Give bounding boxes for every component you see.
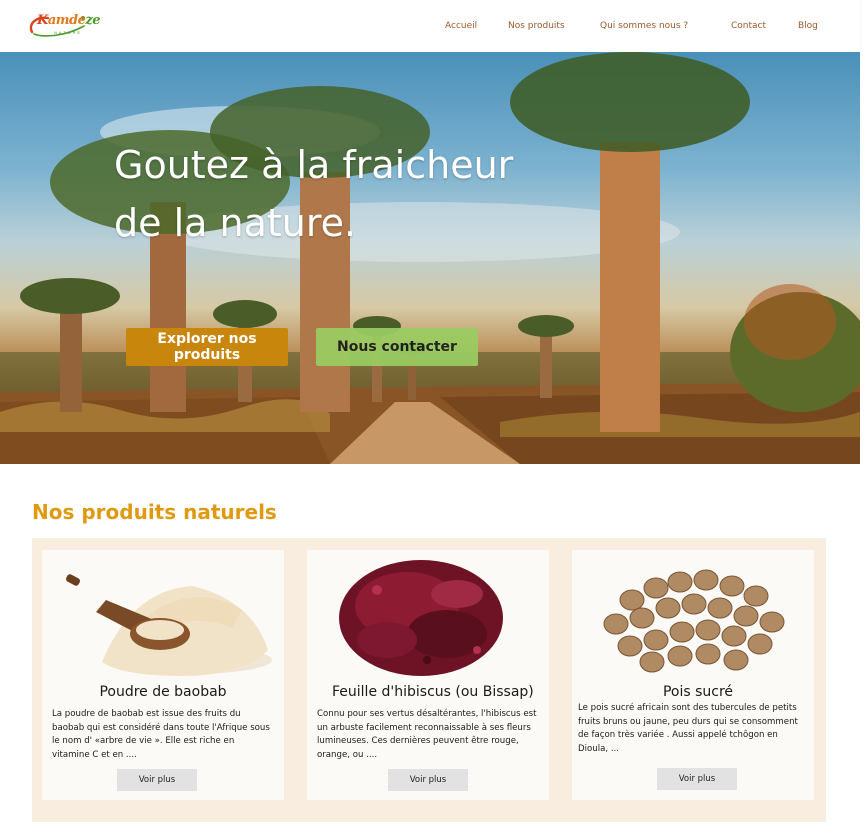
product-card-baobab: Poudre de baobab La poudre de baobab est… <box>42 550 284 800</box>
nav-link-nos-produits[interactable]: Nos produits <box>508 21 565 31</box>
hibiscus-leaves-image <box>339 560 503 676</box>
see-more-button[interactable]: Voir plus <box>657 768 737 790</box>
hero-title: Goutez à la fraicheur de la nature. <box>114 136 674 252</box>
nav-link-qui-sommes-nous[interactable]: Qui sommes nous ? <box>600 21 688 31</box>
explore-products-button[interactable]: Explorer nos produits <box>126 328 288 366</box>
tiger-nuts-image <box>603 569 785 673</box>
hero-banner: Goutez à la fraicheur de la nature. Expl… <box>0 52 860 464</box>
nav-link-blog[interactable]: Blog <box>798 21 818 31</box>
site-header: Kamdeze NATURE Accueil Nos produits Qui … <box>0 0 860 52</box>
baobab-powder-image <box>65 574 272 676</box>
baobab-landscape-image <box>0 52 860 464</box>
hero-title-line-1: Goutez à la fraicheur <box>114 143 514 187</box>
logo-tagline: NATURE <box>54 30 83 35</box>
contact-us-button[interactable]: Nous contacter <box>316 328 478 366</box>
see-more-button[interactable]: Voir plus <box>388 769 468 791</box>
product-description: Connu pour ses vertus désaltérantes, l'h… <box>317 709 537 760</box>
product-title: Feuille d'hibiscus (ou Bissap) <box>332 684 534 700</box>
brand-logo[interactable]: Kamdeze NATURE <box>26 12 101 40</box>
hero-title-line-2: de la nature. <box>114 201 357 245</box>
product-card-pois-sucre: Pois sucré Le pois sucré africain sont d… <box>572 550 814 800</box>
see-more-button[interactable]: Voir plus <box>117 769 197 791</box>
nav-link-contact[interactable]: Contact <box>731 21 766 31</box>
product-description: Le pois sucré africain sont des tubercul… <box>578 703 798 754</box>
product-description: La poudre de baobab est issue des fruits… <box>52 709 270 760</box>
logo-wordmark: Kamdeze <box>37 13 101 28</box>
nav-link-accueil[interactable]: Accueil <box>445 21 477 31</box>
products-section-title: Nos produits naturels <box>32 500 277 524</box>
products-grid: Poudre de baobab La poudre de baobab est… <box>32 538 826 822</box>
product-title: Poudre de baobab <box>99 684 227 700</box>
product-title: Pois sucré <box>662 684 734 700</box>
product-card-hibiscus: Feuille d'hibiscus (ou Bissap) Connu pou… <box>307 550 549 800</box>
